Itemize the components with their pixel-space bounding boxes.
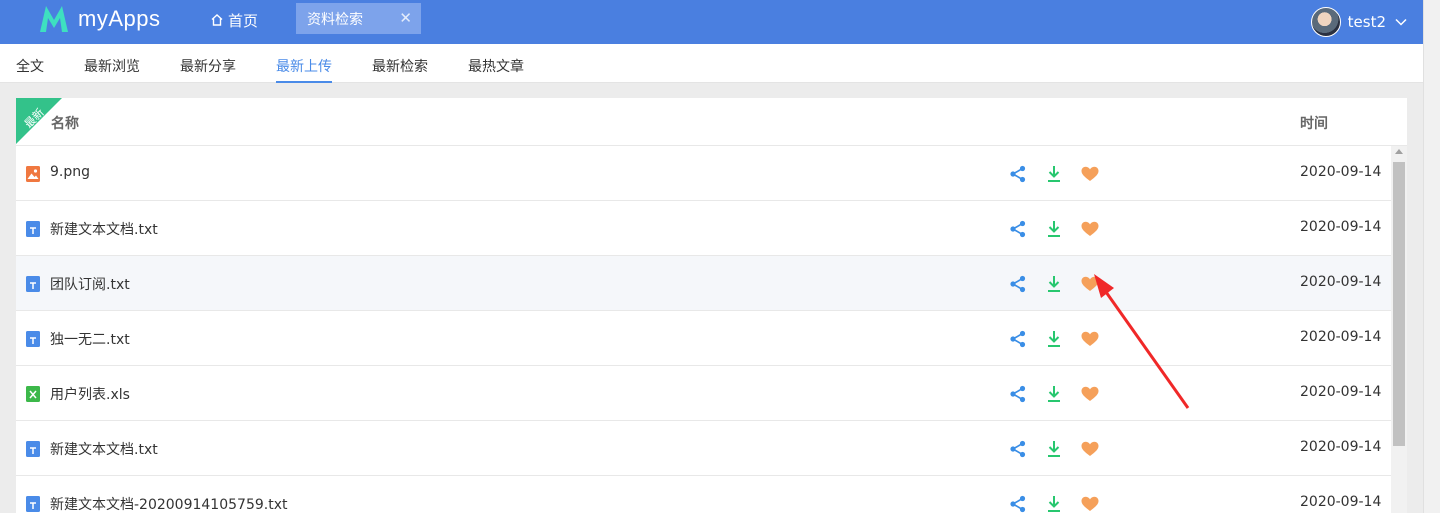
image-file-icon (26, 166, 40, 182)
heart-icon[interactable] (1080, 439, 1100, 459)
table-row[interactable]: 新建文本文档-20200914105759.txt 2020-09-14 (16, 476, 1391, 513)
table-row[interactable]: 新建文本文档.txt 2020-09-14 (16, 421, 1391, 476)
upload-time: 2020-09-14 (1300, 329, 1382, 345)
heart-icon[interactable] (1080, 384, 1100, 404)
home-icon (211, 14, 223, 26)
upload-time: 2020-09-14 (1300, 274, 1382, 290)
table-row[interactable]: 用户列表.xls 2020-09-14 (16, 366, 1391, 421)
tab-fulltext[interactable]: 全文 (16, 56, 44, 83)
avatar (1310, 6, 1341, 37)
user-name: test2 (1347, 12, 1386, 31)
file-rows: 9.png 2020-09-14 新建文本文档.txt 2020-09-14 团 (16, 146, 1391, 513)
share-icon[interactable] (1008, 274, 1028, 294)
text-file-icon (26, 496, 40, 512)
download-icon[interactable] (1044, 384, 1064, 404)
download-icon[interactable] (1044, 164, 1064, 184)
tab-recent-search[interactable]: 最新检索 (372, 56, 428, 83)
excel-file-icon (26, 386, 40, 402)
file-name[interactable]: 9.png (50, 164, 90, 180)
file-name[interactable]: 独一无二.txt (50, 329, 130, 349)
download-icon[interactable] (1044, 439, 1064, 459)
share-icon[interactable] (1008, 219, 1028, 239)
file-name[interactable]: 新建文本文档-20200914105759.txt (50, 494, 287, 513)
file-name[interactable]: 用户列表.xls (50, 384, 130, 404)
upload-time: 2020-09-14 (1300, 219, 1382, 235)
download-icon[interactable] (1044, 219, 1064, 239)
nav-home-label: 首页 (228, 11, 259, 30)
tab-recent-upload[interactable]: 最新上传 (276, 56, 332, 83)
nav-home-link[interactable]: 首页 (210, 9, 258, 31)
download-icon[interactable] (1044, 494, 1064, 513)
text-file-icon (26, 441, 40, 457)
new-ribbon: 最新 (16, 98, 62, 144)
share-icon[interactable] (1008, 439, 1028, 459)
scroll-thumb[interactable] (1393, 162, 1405, 446)
heart-icon[interactable] (1080, 164, 1100, 184)
top-header: myApps 首页 资料检索 ✕ test2 (0, 0, 1423, 44)
logo-m-icon (40, 6, 68, 32)
share-icon[interactable] (1008, 494, 1028, 513)
chevron-down-icon (1395, 18, 1407, 26)
table-row[interactable]: 独一无二.txt 2020-09-14 (16, 311, 1391, 366)
text-file-icon (26, 221, 40, 237)
share-icon[interactable] (1008, 384, 1028, 404)
file-name[interactable]: 团队订阅.txt (50, 274, 130, 294)
table-row[interactable]: 新建文本文档.txt 2020-09-14 (16, 201, 1391, 256)
tab-hot-articles[interactable]: 最热文章 (468, 56, 524, 83)
nav-tab-search[interactable]: 资料检索 ✕ (296, 3, 421, 34)
user-menu[interactable]: test2 (1310, 6, 1407, 37)
page-scrollbar[interactable] (1423, 0, 1440, 513)
table-row[interactable]: 9.png 2020-09-14 (16, 146, 1391, 201)
app-logo[interactable]: myApps (38, 4, 160, 34)
table-header: 名称 时间 (16, 98, 1407, 146)
text-file-icon (26, 331, 40, 347)
text-file-icon (26, 276, 40, 292)
file-name[interactable]: 新建文本文档.txt (50, 439, 158, 459)
download-icon[interactable] (1044, 329, 1064, 349)
upload-time: 2020-09-14 (1300, 439, 1382, 455)
tab-recent-share[interactable]: 最新分享 (180, 56, 236, 83)
column-header-time: 时间 (1300, 116, 1328, 132)
heart-icon[interactable] (1080, 329, 1100, 349)
list-scrollbar[interactable] (1391, 146, 1407, 513)
share-icon[interactable] (1008, 329, 1028, 349)
heart-icon[interactable] (1080, 274, 1100, 294)
heart-icon[interactable] (1080, 219, 1100, 239)
sub-tabs: 全文 最新浏览 最新分享 最新上传 最新检索 最热文章 (0, 44, 1423, 83)
nav-tab-label: 资料检索 (307, 11, 363, 28)
file-name[interactable]: 新建文本文档.txt (50, 219, 158, 239)
upload-time: 2020-09-14 (1300, 494, 1382, 510)
scroll-up-arrow-icon[interactable] (1395, 149, 1403, 154)
file-list-panel: 名称 时间 最新 9.png 2020-09-14 新建文本文档.txt 202… (16, 98, 1407, 513)
table-row[interactable]: 团队订阅.txt 2020-09-14 (16, 256, 1391, 311)
upload-time: 2020-09-14 (1300, 164, 1382, 180)
app-title: myApps (78, 6, 161, 31)
download-icon[interactable] (1044, 274, 1064, 294)
upload-time: 2020-09-14 (1300, 384, 1382, 400)
close-icon[interactable]: ✕ (399, 9, 412, 27)
share-icon[interactable] (1008, 164, 1028, 184)
tab-recent-browse[interactable]: 最新浏览 (84, 56, 140, 83)
heart-icon[interactable] (1080, 494, 1100, 513)
